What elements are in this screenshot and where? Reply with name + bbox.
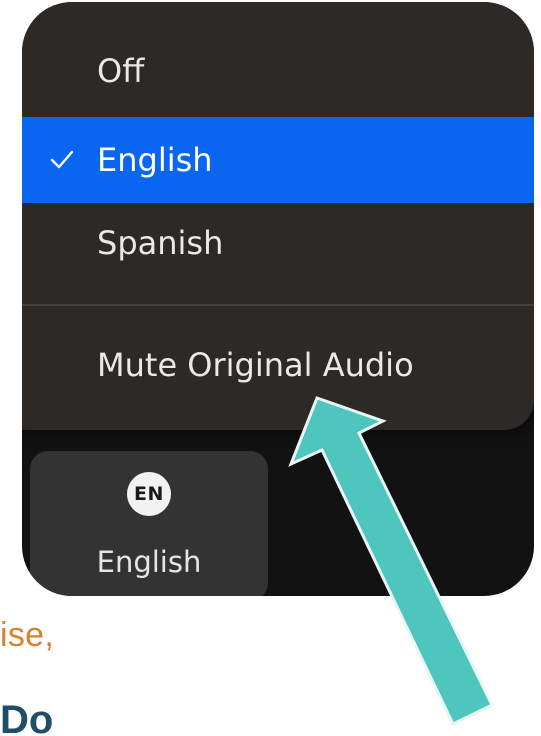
- language-badge-icon: EN: [127, 472, 171, 516]
- menu-item-off[interactable]: Off: [22, 28, 534, 114]
- language-interpretation-button[interactable]: EN English: [30, 451, 268, 596]
- background-heading-fragment: Do: [0, 698, 54, 736]
- checkmark-icon: [50, 150, 74, 169]
- background-text-fragment: ise,: [0, 616, 55, 654]
- menu-divider: [22, 304, 534, 306]
- menu-item-english[interactable]: English: [22, 117, 534, 203]
- menu-item-label: English: [97, 141, 213, 179]
- language-menu: Off English Spanish Mute Original Audio: [22, 2, 534, 430]
- menu-item-spanish[interactable]: Spanish: [22, 200, 534, 286]
- menu-item-label: Mute Original Audio: [97, 346, 414, 384]
- menu-item-label: Spanish: [97, 224, 224, 262]
- zoom-interpretation-panel: Off English Spanish Mute Original Audio …: [22, 2, 534, 596]
- screenshot-stage: ise, Do Off English Spanish Mute Origina…: [0, 0, 541, 736]
- menu-item-mute-original-audio[interactable]: Mute Original Audio: [22, 322, 534, 408]
- menu-item-label: Off: [97, 52, 145, 90]
- language-button-label: English: [96, 545, 202, 579]
